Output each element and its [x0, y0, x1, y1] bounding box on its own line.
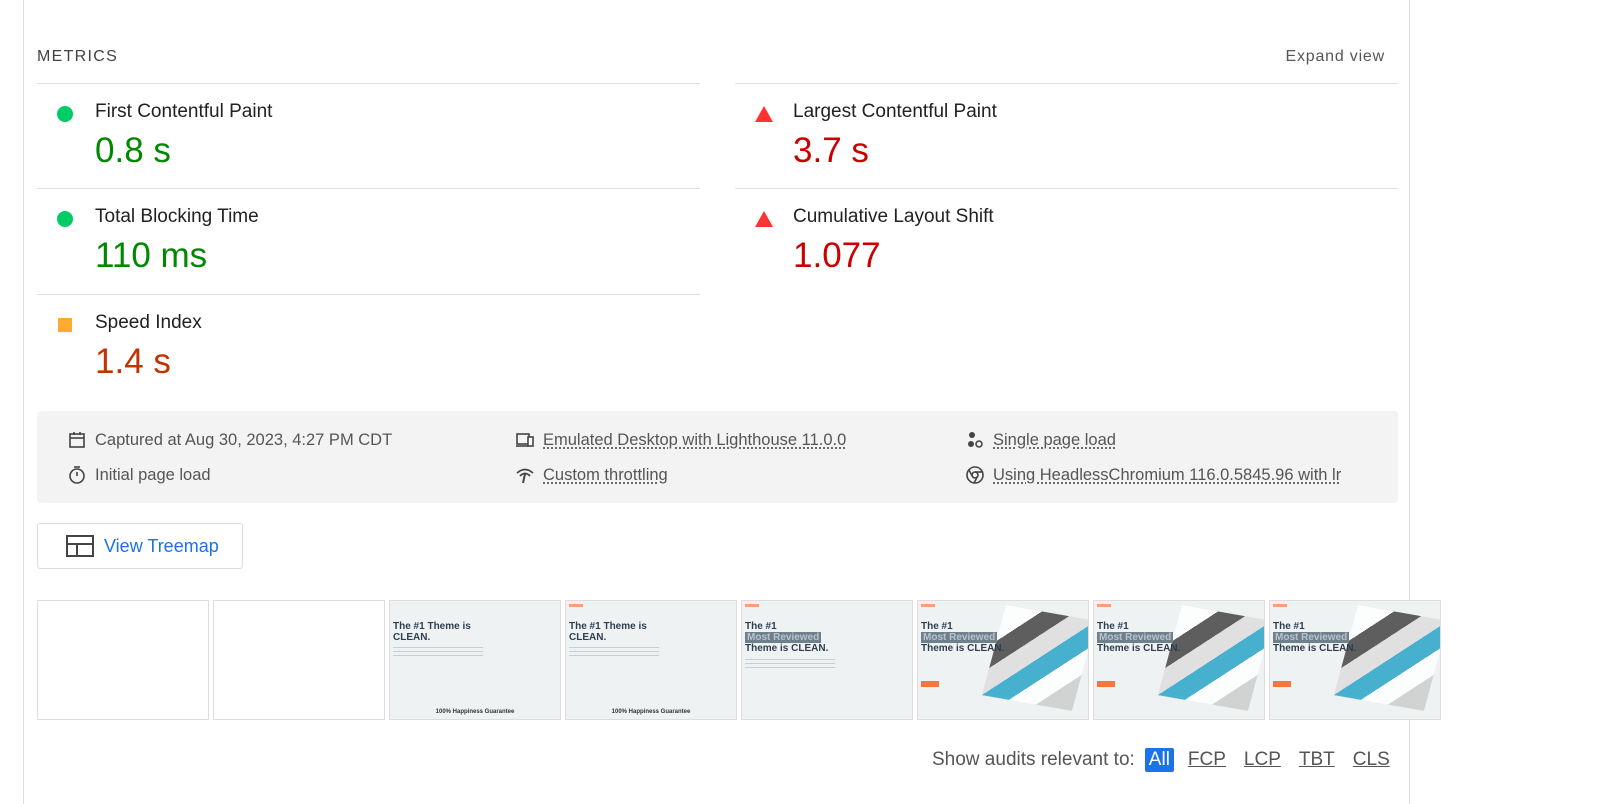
throttling-item[interactable]: Custom throttling	[515, 465, 668, 485]
metric-value: 3.7 s	[793, 131, 869, 170]
filmstrip-frame	[37, 600, 209, 720]
metric-cls: Cumulative Layout Shift 1.077	[735, 188, 1398, 294]
metric-value: 0.8 s	[95, 131, 171, 170]
filmstrip-frame: The #1 Most Reviewed Theme is CLEAN.	[1269, 600, 1441, 720]
metric-name: Speed Index	[95, 312, 202, 333]
audit-filter-label: Show audits relevant to:	[932, 749, 1135, 770]
metric-si: Speed Index 1.4 s	[37, 294, 700, 400]
metric-lcp: Largest Contentful Paint 3.7 s	[735, 83, 1398, 189]
filter-lcp[interactable]: LCP	[1240, 748, 1285, 772]
metric-fcp: First Contentful Paint 0.8 s	[37, 83, 700, 189]
signal-icon	[516, 468, 534, 484]
stopwatch-icon	[69, 466, 85, 484]
metrics-heading: METRICS	[37, 48, 119, 65]
captured-item: Captured at Aug 30, 2023, 4:27 PM CDT	[67, 430, 392, 450]
filmstrip-frame: The #1 Most Reviewed Theme is CLEAN.	[1093, 600, 1265, 720]
left-border	[23, 0, 24, 804]
filmstrip-frame: The #1 Most Reviewed Theme is CLEAN.	[917, 600, 1089, 720]
metric-value: 110 ms	[95, 236, 208, 275]
filter-cls[interactable]: CLS	[1349, 748, 1394, 772]
audit-filter: Show audits relevant to: All FCP LCP TBT…	[932, 748, 1394, 772]
filmstrip: The #1 Theme is CLEAN. 100% Happiness Gu…	[37, 600, 1441, 720]
browser-item[interactable]: Using HeadlessChromium 116.0.5845.96 wit…	[965, 465, 1341, 485]
view-treemap-button[interactable]: View Treemap	[37, 523, 243, 569]
metric-name: First Contentful Paint	[95, 101, 273, 122]
filter-all[interactable]: All	[1144, 748, 1174, 772]
expand-view-button[interactable]: Expand view	[1285, 48, 1385, 66]
single-page-icon	[968, 432, 983, 448]
filter-fcp[interactable]: FCP	[1184, 748, 1230, 772]
runtime-info-panel: Captured at Aug 30, 2023, 4:27 PM CDT In…	[37, 411, 1398, 503]
filmstrip-frame	[213, 600, 385, 720]
metric-tbt: Total Blocking Time 110 ms	[37, 188, 700, 294]
green-circle-icon	[57, 106, 73, 122]
metric-value: 1.077	[793, 236, 881, 275]
green-circle-icon	[57, 211, 73, 227]
filmstrip-frame: The #1 Theme is CLEAN. 100% Happiness Gu…	[565, 600, 737, 720]
metric-value: 1.4 s	[95, 342, 171, 381]
calendar-icon	[69, 432, 85, 448]
metric-name: Total Blocking Time	[95, 206, 259, 227]
chrome-icon	[966, 466, 984, 484]
filmstrip-frame: The #1 Most Reviewed Theme is CLEAN.	[741, 600, 913, 720]
emulated-item[interactable]: Emulated Desktop with Lighthouse 11.0.0	[515, 430, 846, 450]
initial-load-item: Initial page load	[67, 465, 211, 485]
orange-square-icon	[58, 318, 72, 332]
filmstrip-frame: The #1 Theme is CLEAN. 100% Happiness Gu…	[389, 600, 561, 720]
red-triangle-icon	[755, 106, 773, 122]
devices-icon	[516, 433, 534, 447]
metric-name: Cumulative Layout Shift	[793, 206, 994, 227]
treemap-icon	[66, 535, 94, 557]
single-load-item[interactable]: Single page load	[965, 430, 1116, 450]
filter-tbt[interactable]: TBT	[1295, 748, 1339, 772]
metric-name: Largest Contentful Paint	[793, 101, 997, 122]
red-triangle-icon	[755, 211, 773, 227]
